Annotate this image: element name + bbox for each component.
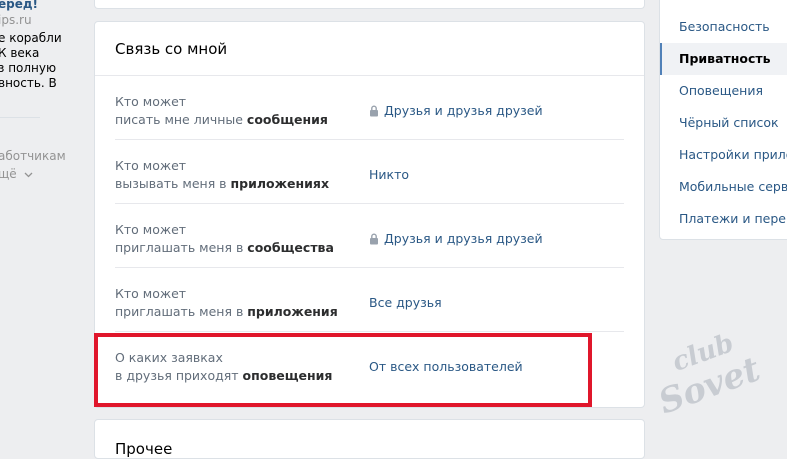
ad-text-line: вность. В	[0, 76, 57, 90]
ad-text-line: е корабли	[0, 31, 62, 45]
menu-item-security[interactable]: Безопасность	[660, 11, 787, 43]
privacy-row-label: Кто может писать мне личные сообщения	[115, 94, 328, 127]
chevron-down-icon	[24, 172, 32, 177]
developers-link[interactable]: аботчикам	[0, 149, 66, 163]
divider	[0, 117, 40, 118]
privacy-row-app-calls: Кто может вызывать меня в приложениях Ни…	[95, 140, 644, 204]
section-title: Связь со мной	[115, 40, 228, 58]
menu-item-mobile-services[interactable]: Мобильные серви	[660, 171, 787, 203]
section-title: Прочее	[115, 440, 173, 458]
privacy-value-dropdown[interactable]: Друзья и друзья друзей	[369, 103, 543, 118]
menu-item-notifications[interactable]: Оповещения	[660, 75, 787, 107]
previous-section-card	[94, 0, 645, 9]
more-link[interactable]: щё	[0, 167, 33, 181]
settings-menu: Безопасность Приватность Оповещения Чёрн…	[659, 0, 787, 240]
privacy-row-label: Кто может вызывать меня в приложениях	[115, 158, 330, 191]
privacy-value-label: Никто	[369, 167, 410, 182]
ad-text-line: з полную	[0, 61, 57, 75]
ad-title[interactable]: еред!	[0, 0, 38, 11]
menu-item-payments[interactable]: Платежи и перево	[660, 203, 787, 235]
watermark-logo: club Sovet	[643, 321, 768, 440]
privacy-value-label: Все друзья	[369, 295, 442, 310]
highlight-frame	[94, 333, 592, 407]
privacy-value-label: Друзья и друзья друзей	[384, 231, 543, 246]
privacy-value-dropdown[interactable]: Все друзья	[369, 295, 442, 310]
privacy-value-dropdown[interactable]: Друзья и друзья друзей	[369, 231, 543, 246]
privacy-row-label: Кто может приглашать меня в приложения	[115, 286, 338, 319]
left-sidebar-ad: еред! ips.ru е корабли К века з полную в…	[0, 0, 70, 451]
more-label: щё	[0, 167, 17, 181]
privacy-value-label: Друзья и друзья друзей	[384, 103, 543, 118]
lock-icon	[370, 233, 378, 244]
menu-item-privacy[interactable]: Приватность	[660, 43, 787, 75]
privacy-row-messages: Кто может писать мне личные сообщения Др…	[95, 76, 644, 140]
menu-item-blacklist[interactable]: Чёрный список	[660, 107, 787, 139]
privacy-row-community-invites: Кто может приглашать меня в сообщества Д…	[95, 204, 644, 268]
privacy-row-app-invites: Кто может приглашать меня в приложения В…	[95, 268, 644, 332]
lock-icon	[370, 105, 378, 116]
menu-item-app-settings[interactable]: Настройки прило	[660, 139, 787, 171]
ad-text-line: К века	[0, 46, 40, 60]
ad-site[interactable]: ips.ru	[0, 13, 32, 27]
other-section: Прочее	[94, 419, 645, 459]
privacy-row-label: Кто может приглашать меня в сообщества	[115, 222, 334, 255]
privacy-value-dropdown[interactable]: Никто	[369, 167, 409, 182]
